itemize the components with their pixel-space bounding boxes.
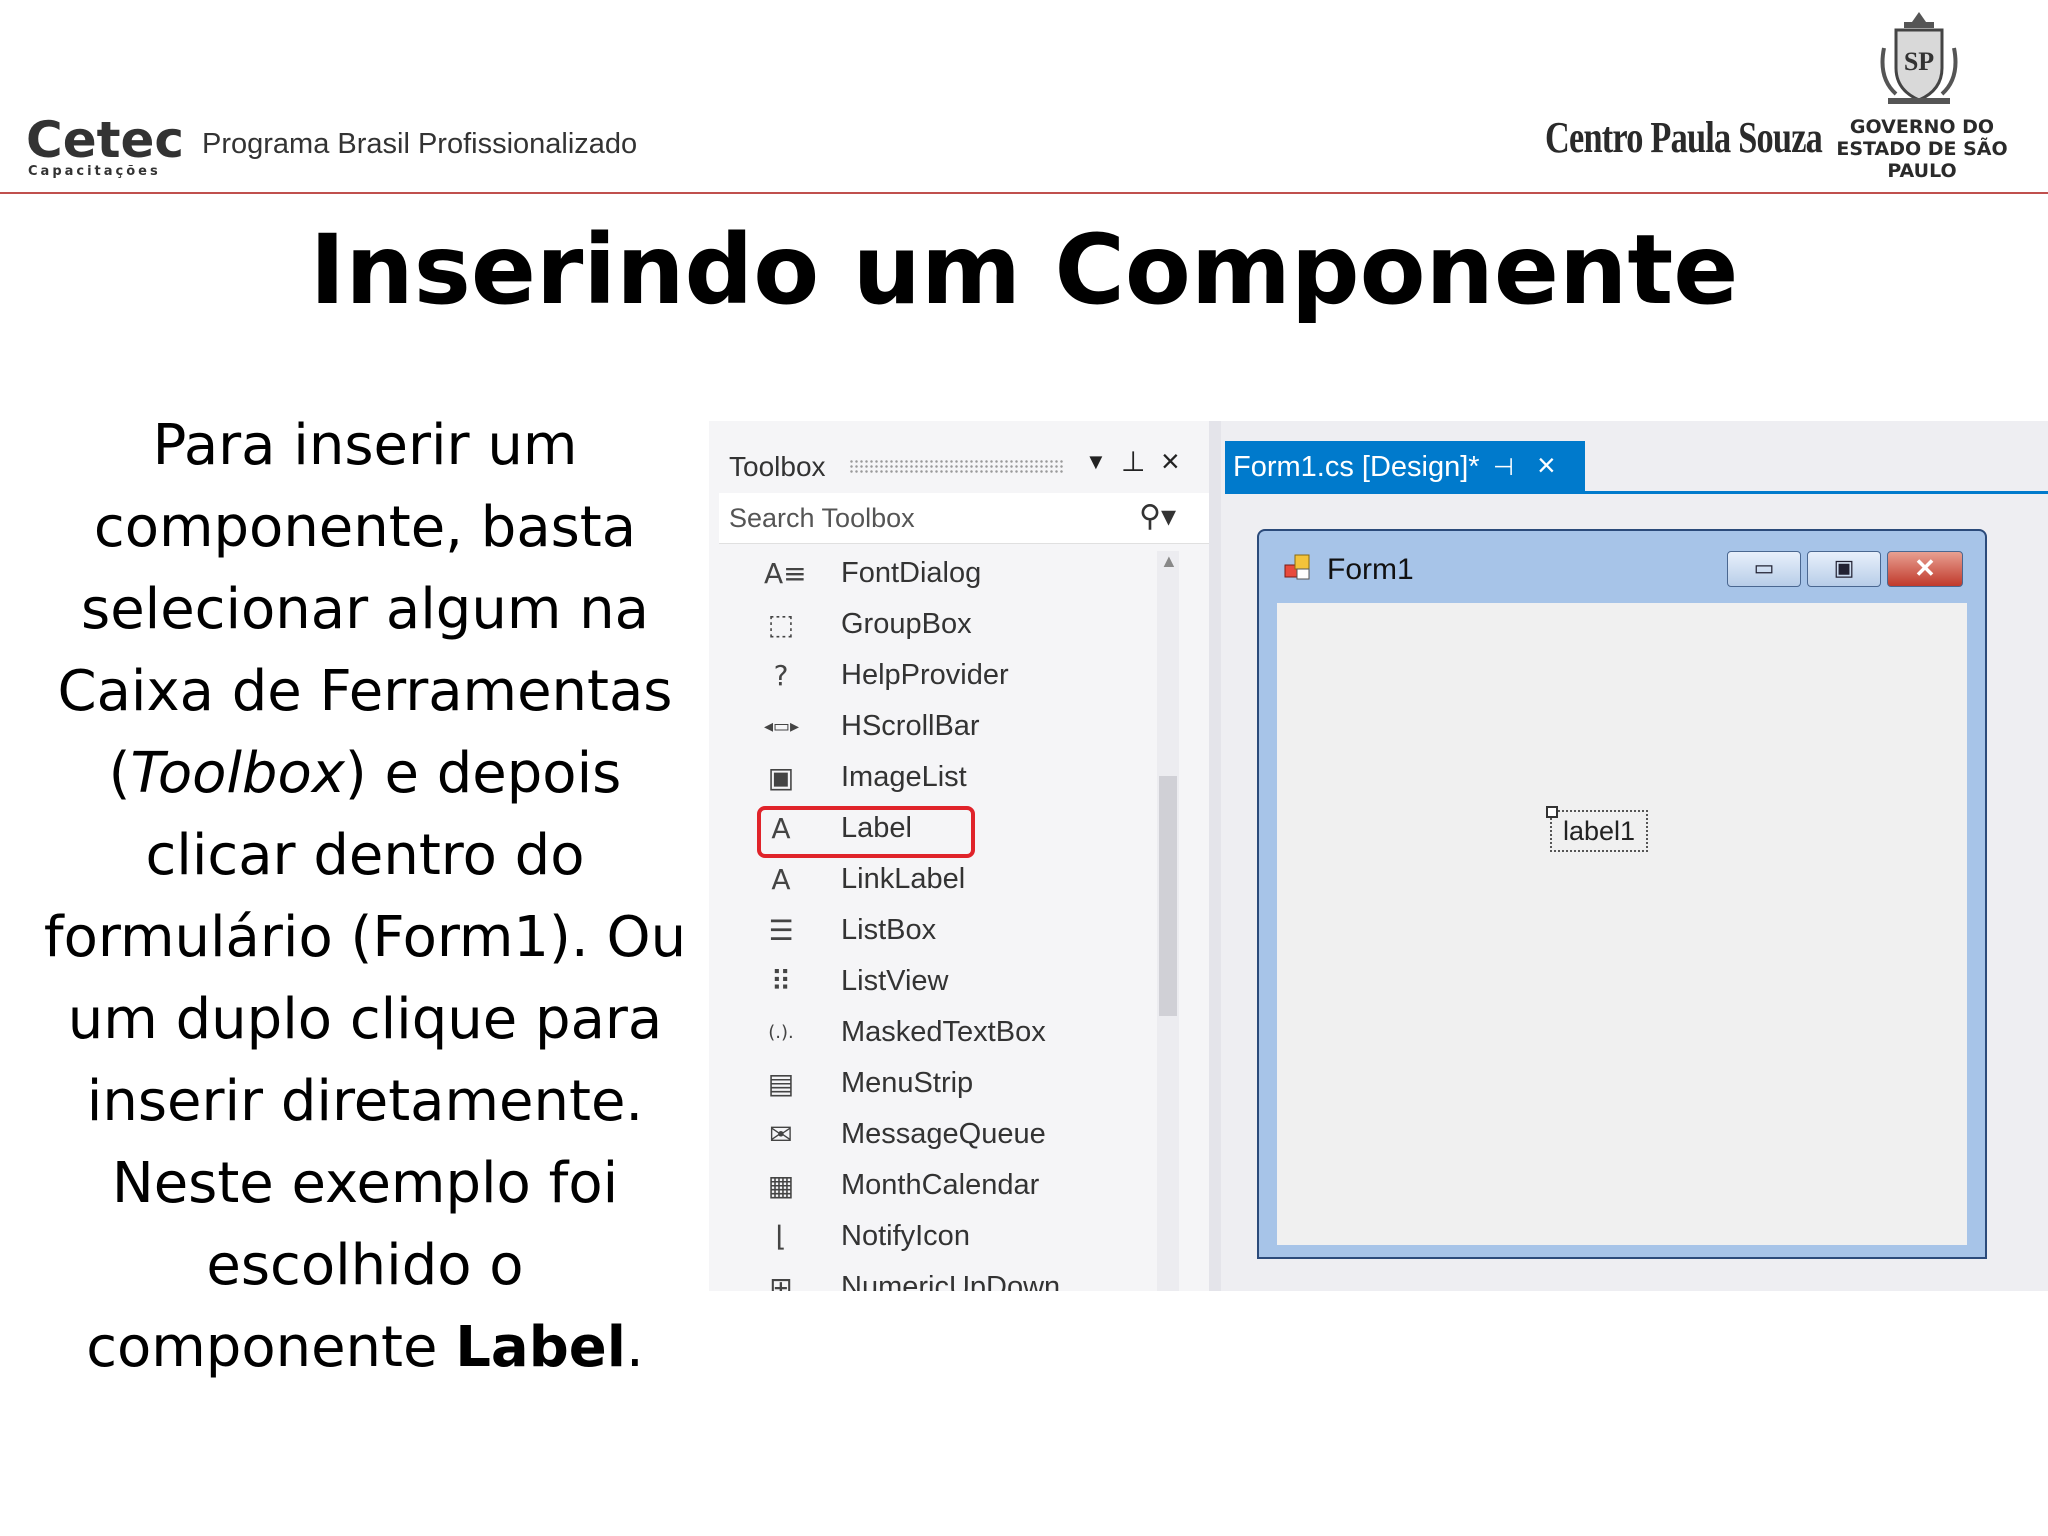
notifyicon-icon: ⌊	[775, 1220, 787, 1253]
toolbox-item-maskedtextbox[interactable]: (.). MaskedTextBox	[709, 1008, 1157, 1058]
toolbox-item-label: LinkLabel	[841, 863, 966, 895]
cetec-logo-word: Cetec	[26, 111, 185, 169]
toolbox-item-label: ImageList	[841, 761, 967, 793]
toolbox-item-monthcalendar[interactable]: ▦ MonthCalendar	[709, 1161, 1157, 1211]
form1-window[interactable]: Form1 ▭ ▣ ✕ label1	[1257, 529, 1987, 1259]
toolbox-item-label: MenuStrip	[841, 1067, 974, 1099]
toolbox-close-icon[interactable]: ×	[1161, 443, 1180, 480]
minimize-button[interactable]: ▭	[1727, 551, 1801, 587]
toolbox-item-messagequeue[interactable]: ✉ MessageQueue	[709, 1110, 1157, 1160]
slide-title: Inserindo um Componente	[309, 214, 1739, 326]
numericupdown-icon: ⊞	[769, 1271, 793, 1291]
form-title: Form1	[1327, 553, 1414, 586]
menustrip-icon: ▤	[767, 1067, 795, 1100]
ide-screenshot: Toolbox ▼ ⊥ × Search Toolbox ⚲▾ A≡ FontDi…	[709, 421, 2048, 1291]
maximize-button[interactable]: ▣	[1807, 551, 1881, 587]
toolbox-drag-grip[interactable]	[849, 459, 1064, 473]
sp-seal-icon: SP	[1880, 12, 1958, 104]
toolbox-item-label: FontDialog	[841, 557, 982, 589]
messagequeue-icon: ✉	[769, 1118, 793, 1151]
close-button[interactable]: ✕	[1887, 551, 1963, 587]
form-window-icon	[1284, 554, 1310, 580]
government-label: GOVERNO DO ESTADO DE SÃO PAULO	[1836, 116, 2008, 182]
body-text-part3: .	[625, 1315, 644, 1380]
panel-splitter[interactable]	[1209, 421, 1221, 1291]
program-name: Programa Brasil Profissionalizado	[202, 128, 638, 160]
font-dialog-icon: A≡	[764, 557, 807, 590]
body-text-part2: ) e depois clicar dentro do formulário (…	[43, 741, 687, 1380]
toolbox-item-helpprovider[interactable]: ? HelpProvider	[709, 651, 1157, 701]
toolbox-panel: Toolbox ▼ ⊥ × Search Toolbox ⚲▾ A≡ FontDi…	[709, 421, 1209, 1291]
toolbox-scrollbar[interactable]: ▲	[1157, 551, 1179, 1291]
linklabel-icon: A	[771, 863, 791, 896]
cetec-logo: Cetec Capacitações	[26, 112, 184, 182]
scroll-up-arrow-icon[interactable]: ▲	[1160, 551, 1178, 572]
form-designer: Form1.cs [Design]* ⊣ × Form1 ▭ ▣ ✕ label…	[1221, 421, 2048, 1291]
cetec-logo-subtitle: Capacitações	[28, 164, 161, 179]
label1-control[interactable]: label1	[1546, 806, 1648, 852]
listbox-icon: ☰	[768, 914, 794, 947]
toolbox-item-label: MonthCalendar	[841, 1169, 1040, 1201]
toolbox-term: Toolbox	[130, 741, 345, 806]
header-divider	[0, 192, 2048, 194]
tab-label: Form1.cs [Design]*	[1233, 451, 1480, 483]
scrollbar-thumb[interactable]	[1159, 776, 1177, 1016]
tab-form1-design[interactable]: Form1.cs [Design]* ⊣ ×	[1225, 441, 1585, 493]
form-client-area[interactable]: label1	[1277, 603, 1967, 1245]
toolbox-item-numericupdown[interactable]: ⊞ NumericUpDown	[709, 1263, 1157, 1291]
toolbox-item-label: HScrollBar	[841, 710, 980, 742]
toolbox-search-placeholder: Search Toolbox	[729, 503, 915, 533]
label-term: Label	[455, 1315, 626, 1380]
toolbox-item-hscrollbar[interactable]: ◂▭▸ HScrollBar	[709, 702, 1157, 752]
toolbox-item-listbox[interactable]: ☰ ListBox	[709, 906, 1157, 956]
toolbox-item-label: ListBox	[841, 914, 937, 946]
tab-pin-icon[interactable]: ⊣	[1493, 453, 1514, 482]
hscrollbar-icon: ◂▭▸	[764, 716, 800, 737]
help-provider-icon: ?	[773, 659, 789, 692]
toolbox-item-groupbox[interactable]: ⬚ GroupBox	[709, 600, 1157, 650]
toolbox-item-fontdialog[interactable]: A≡ FontDialog	[709, 549, 1157, 599]
toolbox-pin-icon[interactable]: ⊥	[1121, 445, 1145, 478]
selection-handle[interactable]	[1546, 806, 1558, 818]
toolbox-item-label: MaskedTextBox	[841, 1016, 1046, 1048]
toolbox-item-linklabel[interactable]: A LinkLabel	[709, 855, 1157, 905]
toolbox-item-label: NotifyIcon	[841, 1220, 970, 1252]
toolbox-item-label: MessageQueue	[841, 1118, 1046, 1150]
tab-underline	[1225, 491, 2048, 494]
toolbox-item-label: NumericUpDown	[841, 1271, 1061, 1291]
toolbox-dropdown-icon[interactable]: ▼	[1085, 449, 1107, 475]
toolbox-item-label: HelpProvider	[841, 659, 1009, 691]
toolbox-item-notifyicon[interactable]: ⌊ NotifyIcon	[709, 1212, 1157, 1262]
listview-icon: ⠿	[770, 965, 792, 998]
toolbox-item-imagelist[interactable]: ▣ ImageList	[709, 753, 1157, 803]
toolbox-item-label: ListView	[841, 965, 949, 997]
groupbox-icon: ⬚	[767, 608, 795, 641]
toolbox-item-label: GroupBox	[841, 608, 972, 640]
toolbox-item-listview[interactable]: ⠿ ListView	[709, 957, 1157, 1007]
toolbox-title: Toolbox	[729, 451, 826, 482]
svg-text:SP: SP	[1904, 47, 1934, 76]
centro-paula-souza-logo: Centro Paula Souza	[1545, 113, 1823, 162]
search-icon[interactable]: ⚲▾	[1139, 499, 1176, 534]
label-item-highlight	[757, 806, 975, 858]
imagelist-icon: ▣	[767, 761, 795, 794]
tab-close-icon[interactable]: ×	[1537, 447, 1556, 484]
monthcalendar-icon: ▦	[767, 1169, 795, 1202]
toolbox-search-input[interactable]: Search Toolbox ⚲▾	[719, 493, 1209, 544]
label1-text: label1	[1562, 816, 1636, 846]
maskedtextbox-icon: (.).	[768, 1022, 794, 1043]
body-paragraph: Para inserir um componente, basta seleci…	[30, 405, 700, 1389]
toolbox-item-menustrip[interactable]: ▤ MenuStrip	[709, 1059, 1157, 1109]
